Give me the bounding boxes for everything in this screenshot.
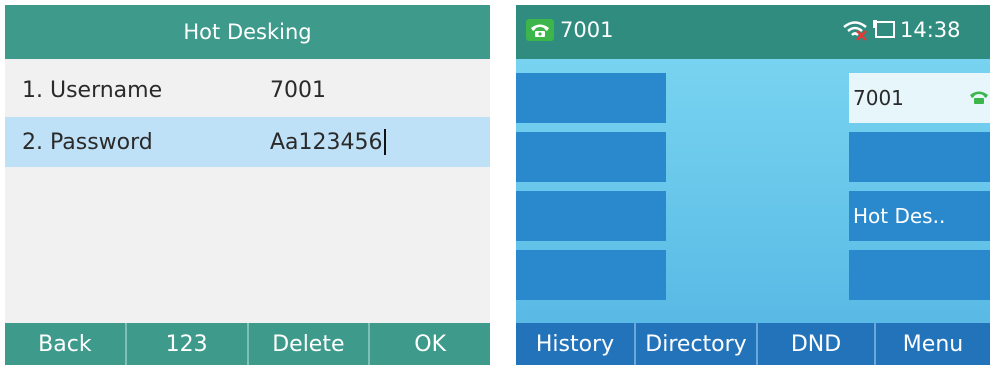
monitor-icon xyxy=(873,20,895,38)
password-value: Aa123456 xyxy=(270,129,383,155)
password-label: 2. Password xyxy=(22,129,153,155)
hot-desking-key-label: Hot Des.. xyxy=(853,204,946,228)
idle-screen: 7001 14:38 7001 Hot Des.. History Direct… xyxy=(516,5,990,365)
wifi-off-icon xyxy=(843,21,867,41)
account-status: 7001 xyxy=(526,18,613,42)
username-row[interactable]: 1. Username 7001 xyxy=(5,65,490,115)
username-label: 1. Username xyxy=(22,77,163,103)
text-cursor xyxy=(383,129,386,155)
line-key-right-4[interactable] xyxy=(849,250,990,300)
line-key-left-2[interactable] xyxy=(516,132,666,182)
softkey-bar: Back 123 Delete OK xyxy=(5,323,490,365)
hot-desking-key[interactable]: Hot Des.. xyxy=(849,191,990,241)
username-field[interactable]: 7001 xyxy=(270,78,326,103)
status-indicators: 14:38 xyxy=(842,18,961,42)
line-key-right-2[interactable] xyxy=(849,132,990,182)
history-softkey[interactable]: History xyxy=(516,323,636,365)
input-method-softkey[interactable]: 123 xyxy=(127,323,249,365)
directory-softkey[interactable]: Directory xyxy=(636,323,758,365)
password-row[interactable]: 2. Password Aa123456 xyxy=(5,117,490,167)
username-value: 7001 xyxy=(270,77,326,103)
screen-title: Hot Desking xyxy=(5,5,490,59)
clock: 14:38 xyxy=(900,18,961,42)
idle-softkey-bar: History Directory DND Menu xyxy=(516,323,990,365)
phone-icon xyxy=(970,91,988,104)
line-key-left-4[interactable] xyxy=(516,250,666,300)
phone-screens: Hot Desking 1. Username 7001 2. Password… xyxy=(0,0,990,365)
menu-softkey[interactable]: Menu xyxy=(876,323,990,365)
delete-softkey[interactable]: Delete xyxy=(249,323,371,365)
hot-desking-screen: Hot Desking 1. Username 7001 2. Password… xyxy=(5,5,490,365)
phone-icon xyxy=(526,19,554,41)
status-bar: 7001 14:38 xyxy=(516,5,990,59)
line-key-account-label: 7001 xyxy=(853,86,904,110)
account-number: 7001 xyxy=(560,18,614,42)
password-field[interactable]: Aa123456 xyxy=(270,129,386,155)
line-key-account[interactable]: 7001 xyxy=(849,73,990,123)
ok-softkey[interactable]: OK xyxy=(370,323,490,365)
dnd-softkey[interactable]: DND xyxy=(758,323,876,365)
line-key-left-3[interactable] xyxy=(516,191,666,241)
line-key-left-1[interactable] xyxy=(516,73,666,123)
back-softkey[interactable]: Back xyxy=(5,323,127,365)
